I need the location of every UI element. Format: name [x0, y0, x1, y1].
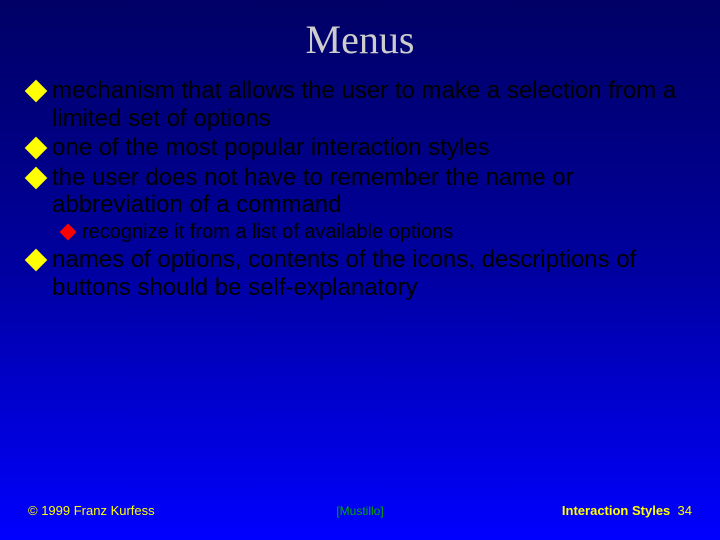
slide: Menus mechanism that allows the user to …: [0, 0, 720, 540]
bullet-item: mechanism that allows the user to make a…: [28, 77, 692, 132]
diamond-bullet-icon: [25, 137, 48, 160]
copyright-text: © 1999 Franz Kurfess: [28, 503, 155, 518]
slide-footer: © 1999 Franz Kurfess [Mustillo] Interact…: [28, 503, 692, 518]
page-number: 34: [678, 503, 692, 518]
bullet-text: names of options, contents of the icons,…: [52, 246, 692, 301]
slide-content: mechanism that allows the user to make a…: [28, 77, 692, 301]
bullet-text: recognize it from a list of available op…: [82, 221, 692, 244]
diamond-bullet-icon: [25, 80, 48, 103]
bullet-text: one of the most popular interaction styl…: [52, 134, 692, 162]
page-label: Interaction Styles 34: [562, 503, 692, 518]
diamond-bullet-icon: [60, 223, 77, 240]
diamond-bullet-icon: [25, 166, 48, 189]
bullet-text: mechanism that allows the user to make a…: [52, 77, 692, 132]
bullet-item: one of the most popular interaction styl…: [28, 134, 692, 162]
citation-text: [Mustillo]: [336, 504, 383, 518]
section-name: Interaction Styles: [562, 503, 670, 518]
diamond-bullet-icon: [25, 249, 48, 272]
slide-title: Menus: [28, 16, 692, 63]
bullet-item: the user does not have to remember the n…: [28, 164, 692, 219]
bullet-item: names of options, contents of the icons,…: [28, 246, 692, 301]
bullet-text: the user does not have to remember the n…: [52, 164, 692, 219]
sub-bullet-item: recognize it from a list of available op…: [62, 221, 692, 244]
